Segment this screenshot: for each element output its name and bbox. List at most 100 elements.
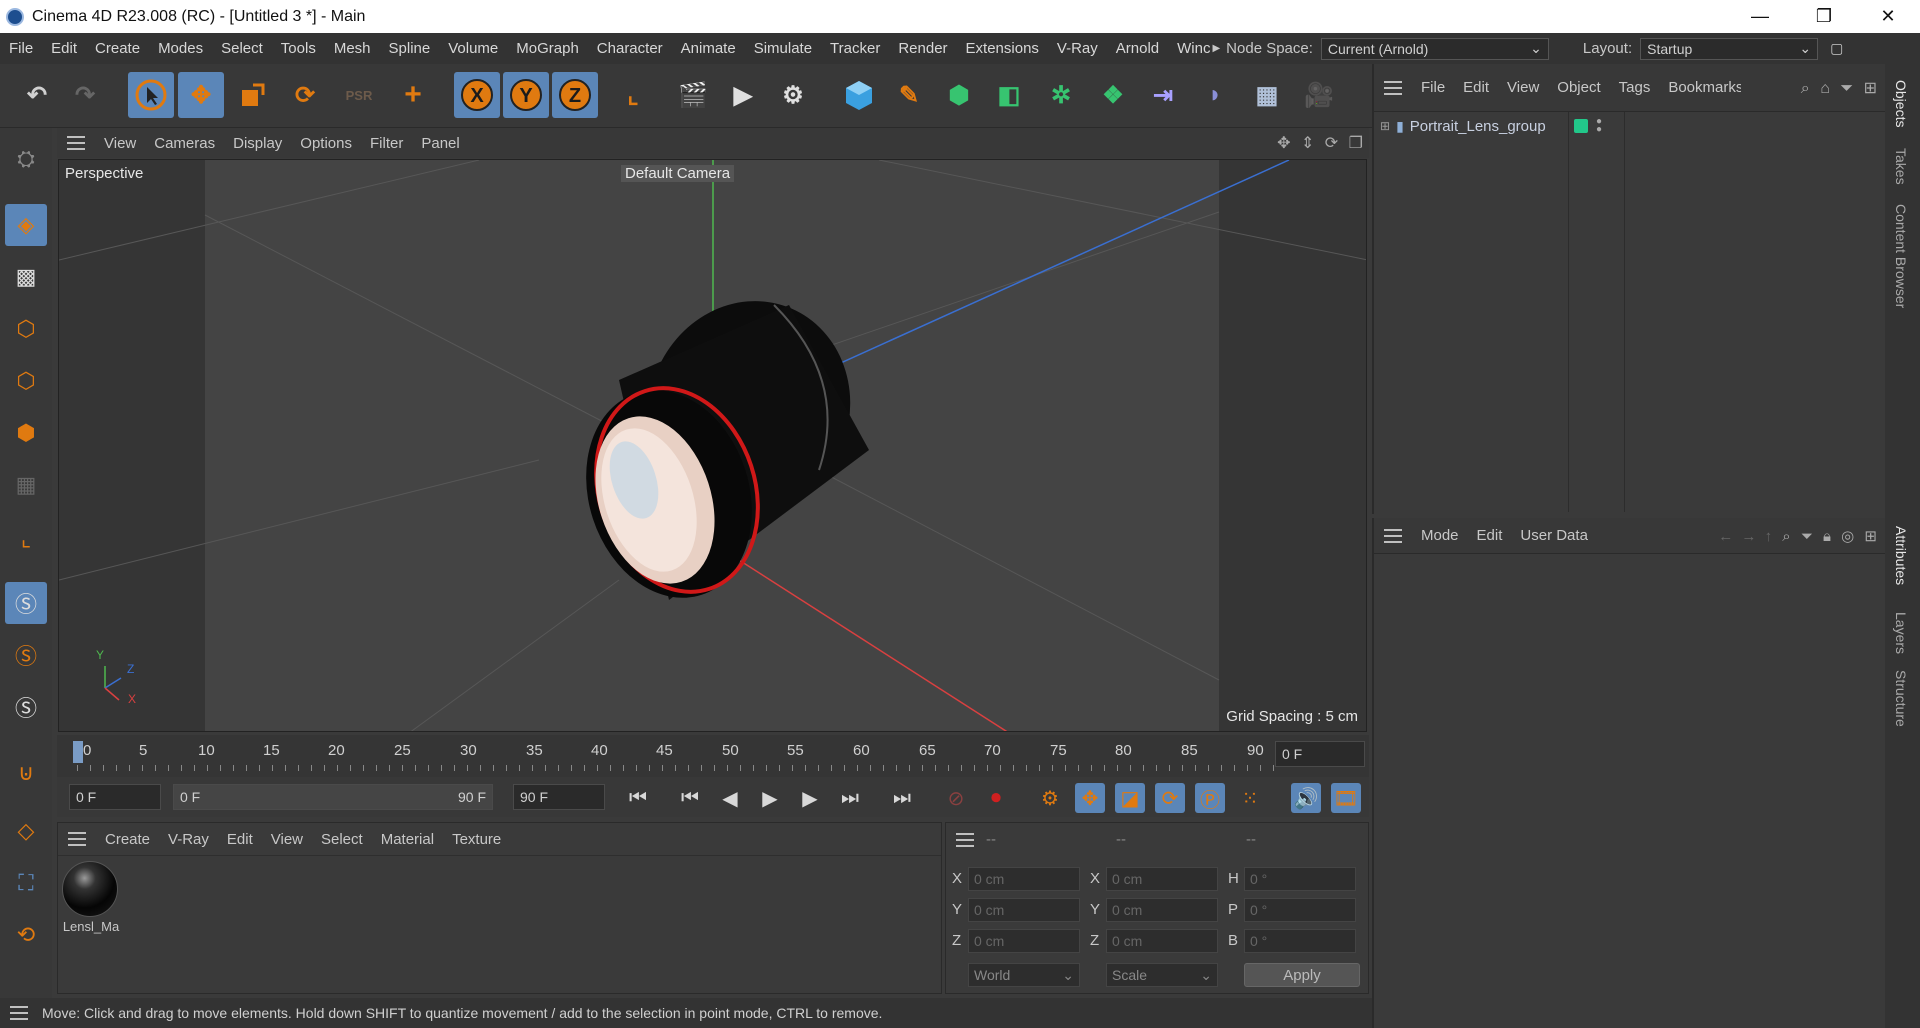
window-tile-icon[interactable]: ▢ <box>1830 40 1843 57</box>
material-panel-menu-icon[interactable] <box>68 832 86 846</box>
previous-key-icon[interactable]: ⏮ <box>675 783 705 813</box>
coordinate-system-icon[interactable]: ⌞ <box>610 72 656 118</box>
rotate-tool-icon[interactable]: ⟳ <box>282 72 328 118</box>
render-view-icon[interactable]: 🎬 <box>670 72 716 118</box>
menu-window[interactable]: Winc <box>1168 40 1212 57</box>
edges-mode-icon[interactable]: ⬡ <box>5 360 47 402</box>
menu-overflow-arrow-icon[interactable]: ▶ <box>1212 43 1220 54</box>
scale-tool-icon[interactable] <box>230 72 276 118</box>
next-key-icon[interactable]: ⏭ <box>835 783 865 813</box>
menu-edit[interactable]: Edit <box>42 40 86 57</box>
attribute-menu-user-data[interactable]: User Data <box>1511 527 1597 544</box>
key-pla-icon[interactable]: ⁙ <box>1235 783 1265 813</box>
filter-icon[interactable]: ⏷ <box>1801 528 1813 545</box>
tab-attributes[interactable]: Attributes <box>1893 526 1909 585</box>
menu-file[interactable]: File <box>0 40 42 57</box>
render-to-picture-viewer-icon[interactable]: ▶ <box>720 72 766 118</box>
menu-tracker[interactable]: Tracker <box>821 40 889 57</box>
menu-render[interactable]: Render <box>889 40 956 57</box>
cloner-icon[interactable]: ✲ <box>1038 72 1084 118</box>
workplane-rotate-icon[interactable]: ⟲ <box>5 914 47 956</box>
pan-view-icon[interactable]: ✥ <box>1277 135 1290 152</box>
rotate-view-icon[interactable]: ⟳ <box>1325 135 1338 152</box>
maximize-button[interactable]: ❐ <box>1792 0 1856 33</box>
tab-content-browser[interactable]: Content Browser <box>1893 204 1909 308</box>
tree-item[interactable]: ⊞ ▮ Portrait_Lens_group ● ● <box>1374 114 1884 138</box>
menu-spline[interactable]: Spline <box>380 40 440 57</box>
next-frame-icon[interactable]: ▶ <box>795 783 825 813</box>
mograph-fracture-icon[interactable]: ❖ <box>1090 72 1136 118</box>
record-keys-icon[interactable]: ⊘ <box>941 783 971 813</box>
tab-takes[interactable]: Takes <box>1893 148 1909 185</box>
viewport-menu-cameras[interactable]: Cameras <box>145 135 224 152</box>
floor-environment-icon[interactable]: ▦ <box>1244 72 1290 118</box>
field-icon[interactable]: ◗ <box>1192 72 1238 118</box>
pos-z-field[interactable]: 0 cm <box>968 929 1080 953</box>
object-layer-color[interactable] <box>1574 119 1588 133</box>
key-position-icon[interactable]: ✥ <box>1075 783 1105 813</box>
timeline-ruler[interactable]: 0 5 10 15 20 25 30 35 40 45 50 55 60 65 … <box>57 735 1369 777</box>
size-z-field[interactable]: 0 cm <box>1106 929 1218 953</box>
cube-primitive-icon[interactable] <box>836 72 882 118</box>
menu-arnold[interactable]: Arnold <box>1107 40 1168 57</box>
transform-tool-icon[interactable]: + <box>390 72 436 118</box>
key-parameter-icon[interactable]: Ⓟ <box>1195 783 1225 813</box>
axis-mode-icon[interactable]: ⌞ <box>5 518 47 560</box>
solo-hierarchy-icon[interactable]: Ⓢ <box>5 686 47 728</box>
menu-vray[interactable]: V-Ray <box>1048 40 1107 57</box>
menu-volume[interactable]: Volume <box>439 40 507 57</box>
z-axis-lock-icon[interactable]: Z <box>552 72 598 118</box>
playhead-marker[interactable] <box>73 741 83 763</box>
rot-p-field[interactable]: 0 ° <box>1244 898 1356 922</box>
layout-dropdown[interactable]: Startup ⌄ <box>1640 37 1819 60</box>
material-menu-view[interactable]: View <box>262 831 312 848</box>
object-menu-bookmarks[interactable]: Bookmarks <box>1659 79 1741 96</box>
texture-mode-icon[interactable]: ▩ <box>5 256 47 298</box>
viewport-menu-filter[interactable]: Filter <box>361 135 412 152</box>
timeline-film-icon[interactable]: 🎞 <box>1331 783 1361 813</box>
maximize-view-icon[interactable]: ❐ <box>1349 135 1363 152</box>
zoom-view-icon[interactable]: ⇕ <box>1301 135 1314 152</box>
new-panel-icon[interactable]: ⊞ <box>1864 80 1877 97</box>
tab-objects[interactable]: Objects <box>1893 80 1909 127</box>
status-panel-menu-icon[interactable] <box>10 1006 28 1020</box>
workplane-icon[interactable]: ◇ <box>5 810 47 852</box>
end-frame-field[interactable]: 90 F <box>513 784 605 810</box>
key-scale-icon[interactable]: ◪ <box>1115 783 1145 813</box>
perspective-viewport[interactable]: Perspective Default Camera Y Z X Grid Sp… <box>58 159 1367 732</box>
material-menu-vray[interactable]: V-Ray <box>159 831 218 848</box>
apply-button[interactable]: Apply <box>1244 963 1360 987</box>
rot-h-field[interactable]: 0 ° <box>1244 867 1356 891</box>
search-icon[interactable]: ⌕ <box>1782 528 1790 545</box>
menu-tools[interactable]: Tools <box>272 40 325 57</box>
object-panel-menu-icon[interactable] <box>1384 80 1402 95</box>
lock-icon[interactable]: 🔒︎ <box>1823 528 1831 545</box>
tab-layers[interactable]: Layers <box>1893 612 1909 654</box>
home-icon[interactable]: ⌂ <box>1820 80 1830 97</box>
menu-animate[interactable]: Animate <box>672 40 745 57</box>
play-icon[interactable]: ▶ <box>755 783 785 813</box>
material-menu-material[interactable]: Material <box>372 831 443 848</box>
tab-structure[interactable]: Structure <box>1893 670 1909 727</box>
coordinates-panel-menu-icon[interactable] <box>956 833 974 847</box>
locked-workplane-icon[interactable]: ⛶ <box>5 862 47 904</box>
menu-create[interactable]: Create <box>86 40 149 57</box>
material-menu-texture[interactable]: Texture <box>443 831 510 848</box>
object-menu-view[interactable]: View <box>1498 79 1548 96</box>
keyframe-selection-icon[interactable]: ⚙ <box>1035 783 1065 813</box>
undo-icon[interactable]: ↶ <box>14 72 60 118</box>
solo-mode-icon[interactable]: Ⓢ <box>5 582 47 624</box>
go-to-end-icon[interactable]: ⏭ <box>887 783 917 813</box>
menu-select[interactable]: Select <box>212 40 272 57</box>
menu-character[interactable]: Character <box>588 40 672 57</box>
polygons-mode-icon[interactable]: ⬢ <box>5 412 47 454</box>
psr-lock-icon[interactable]: PSR <box>336 72 382 118</box>
visibility-dots-icon[interactable]: ● ● <box>1596 117 1602 135</box>
attribute-menu-mode[interactable]: Mode <box>1412 527 1468 544</box>
target-icon[interactable]: ◎ <box>1841 528 1854 545</box>
menu-mograph[interactable]: MoGraph <box>507 40 588 57</box>
viewport-menu-options[interactable]: Options <box>291 135 361 152</box>
pen-spline-icon[interactable]: ✎ <box>886 72 932 118</box>
expand-toggle-icon[interactable]: ⊞ <box>1380 119 1390 133</box>
snapping-magnet-icon[interactable]: ⊍ <box>5 752 47 794</box>
